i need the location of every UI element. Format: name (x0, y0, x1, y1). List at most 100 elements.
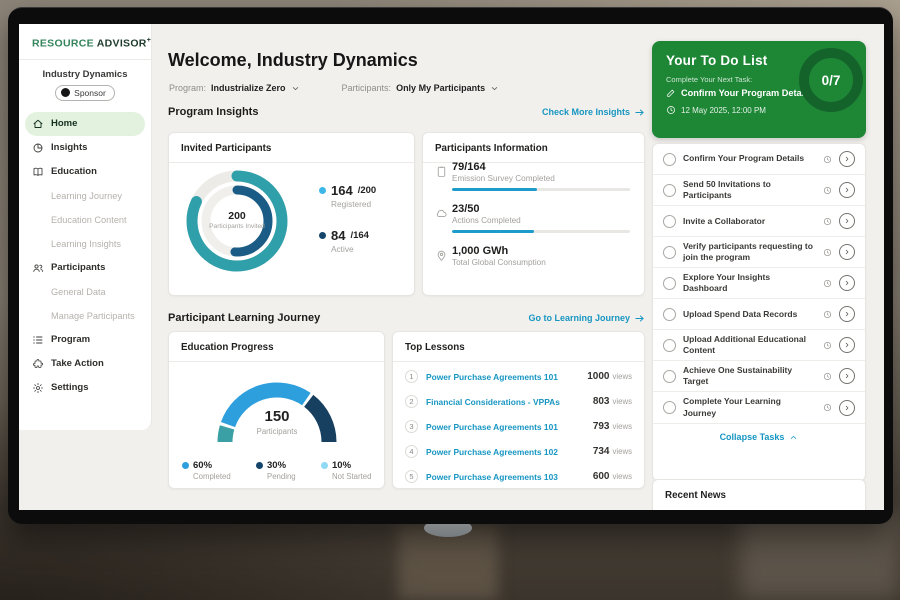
program-filter-label: Program: (169, 83, 206, 93)
gauge-legend: 60% Completed 30% Pending 10% Not Starte… (182, 460, 371, 481)
legend-dot (182, 462, 189, 469)
task-checkbox[interactable] (663, 277, 676, 290)
legend-registered: 164/200 Registered (319, 183, 376, 209)
task-open-button[interactable] (839, 306, 855, 322)
lesson-row: 1Power Purchase Agreements 1011000views (393, 364, 644, 389)
sidebar-item-label: Home (51, 118, 77, 129)
task-checkbox[interactable] (663, 308, 676, 321)
todo-task-list-card: Confirm Your Program Details Send 50 Invi… (652, 143, 866, 481)
task-open-button[interactable] (839, 182, 855, 198)
participants-filter[interactable]: Participants: Only My Participants (342, 83, 500, 93)
monitor-bezel: RESOURCE ADVISOR+ Industry Dynamics Spon… (8, 7, 893, 524)
lesson-link[interactable]: Power Purchase Agreements 101 (426, 422, 576, 432)
legend-value: 84 (331, 228, 345, 243)
task-open-button[interactable] (839, 368, 855, 384)
settings-icon (32, 382, 44, 394)
lesson-link[interactable]: Power Purchase Agreements 103 (426, 472, 576, 482)
task-checkbox[interactable] (663, 184, 676, 197)
participants-icon (32, 262, 44, 274)
task-checkbox[interactable] (663, 339, 676, 352)
lesson-rank: 1 (405, 370, 418, 383)
sidebar-item-learning-journey[interactable]: Learning Journey (25, 184, 145, 208)
sidebar-item-label: Program (51, 334, 90, 345)
legend-label: Not Started (332, 472, 371, 481)
task-checkbox[interactable] (663, 215, 676, 228)
sidebar-item-education-content[interactable]: Education Content (25, 208, 145, 232)
link-label: Go to Learning Journey (528, 313, 630, 323)
task-row-upload-additional-educational-content[interactable]: Upload Additional Educational Content (653, 330, 865, 361)
chevron-up-icon (789, 433, 798, 442)
task-open-button[interactable] (839, 151, 855, 167)
sidebar-item-manage-participants[interactable]: Manage Participants (25, 304, 145, 328)
sidebar-item-program[interactable]: Program (25, 328, 145, 352)
gauge-center-label: Participants (202, 427, 352, 436)
task-open-button[interactable] (839, 337, 855, 353)
sidebar-item-participants[interactable]: Participants (25, 256, 145, 280)
task-checkbox[interactable] (663, 153, 676, 166)
metric-global-consumption: 1,000 GWh Total Global Consumption (435, 245, 630, 267)
sidebar-item-label: Learning Journey (51, 191, 122, 201)
task-open-button[interactable] (839, 244, 855, 260)
task-row-upload-spend-data-records[interactable]: Upload Spend Data Records (653, 299, 865, 330)
legend-label: Pending (267, 472, 321, 481)
task-row-complete-your-learning-journey[interactable]: Complete Your Learning Journey (653, 392, 865, 423)
metric-value: 79/164 (452, 161, 630, 173)
sidebar-item-insights[interactable]: Insights (25, 136, 145, 160)
task-row-explore-your-insights-dashboard[interactable]: Explore Your Insights Dashboard (653, 268, 865, 299)
sidebar-item-settings[interactable]: Settings (25, 376, 145, 400)
task-label: Achieve One Sustainability Target (683, 365, 816, 387)
clock-icon (823, 341, 832, 350)
lesson-views-count: 803 (584, 396, 610, 407)
task-row-achieve-one-sustainability-target[interactable]: Achieve One Sustainability Target (653, 361, 865, 392)
sidebar-item-education[interactable]: Education (25, 160, 145, 184)
donut-center-value: 200 (228, 210, 246, 222)
task-open-button[interactable] (839, 275, 855, 291)
task-row-invite-a-collaborator[interactable]: Invite a Collaborator (653, 206, 865, 237)
learning-journey-header: Participant Learning Journey Go to Learn… (168, 312, 645, 324)
task-checkbox[interactable] (663, 246, 676, 259)
metric-emission-survey: 79/164 Emission Survey Completed (435, 161, 630, 191)
card-title: Recent News (653, 480, 865, 509)
lesson-row: 4Power Purchase Agreements 102734views (393, 439, 644, 464)
lesson-row: 5Power Purchase Agreements 103600views (393, 464, 644, 489)
collapse-tasks-link[interactable]: Collapse Tasks (653, 424, 865, 451)
sidebar-item-label: Take Action (51, 358, 104, 369)
task-label: Verify participants requesting to join t… (683, 241, 816, 263)
task-row-confirm-your-program-details[interactable]: Confirm Your Program Details (653, 144, 865, 175)
invited-donut-chart: 200 Participants Invited (183, 167, 291, 275)
task-checkbox[interactable] (663, 401, 676, 414)
lesson-row: 2Financial Considerations - VPPAs803view… (393, 389, 644, 414)
sidebar-item-take-action[interactable]: Take Action (25, 352, 145, 376)
todo-next-task[interactable]: Confirm Your Program Details (666, 88, 812, 98)
invited-participants-card: Invited Participants 200 Participants In… (168, 132, 415, 296)
lesson-views: 600views (584, 471, 633, 482)
task-label: Complete Your Learning Journey (683, 396, 816, 418)
lesson-link[interactable]: Financial Considerations - VPPAs (426, 397, 576, 407)
section-title: Program Insights (168, 106, 258, 118)
task-row-send-50-invitations-to-participants[interactable]: Send 50 Invitations to Participants (653, 175, 865, 206)
pin-icon (435, 249, 448, 262)
program-filter[interactable]: Program: Industrialize Zero (169, 83, 300, 93)
clock-icon (823, 372, 832, 381)
app-logo: RESOURCE ADVISOR+ (19, 24, 151, 59)
task-checkbox[interactable] (663, 370, 676, 383)
check-more-insights-link[interactable]: Check More Insights (542, 107, 645, 118)
legend-not-started: 10% Not Started (321, 460, 371, 481)
task-open-button[interactable] (839, 213, 855, 229)
legend-label: Active (331, 244, 369, 254)
lesson-link[interactable]: Power Purchase Agreements 102 (426, 447, 576, 457)
sponsor-badge: Sponsor (55, 85, 115, 101)
task-row-verify-participants-requesting-to-join-the-program[interactable]: Verify participants requesting to join t… (653, 237, 865, 268)
task-label: Send 50 Invitations to Participants (683, 179, 816, 201)
dashboard-screen: RESOURCE ADVISOR+ Industry Dynamics Spon… (19, 24, 884, 510)
sidebar-item-learning-insights[interactable]: Learning Insights (25, 232, 145, 256)
clock-icon (823, 248, 832, 257)
lesson-link[interactable]: Power Purchase Agreements 101 (426, 372, 576, 382)
go-to-learning-journey-link[interactable]: Go to Learning Journey (528, 313, 645, 324)
lesson-views: 803views (584, 396, 633, 407)
sidebar-item-label: Insights (51, 142, 87, 153)
sidebar-item-home[interactable]: Home (25, 112, 145, 136)
task-open-button[interactable] (839, 400, 855, 416)
sidebar-item-general-data[interactable]: General Data (25, 280, 145, 304)
sponsor-icon (61, 88, 70, 97)
